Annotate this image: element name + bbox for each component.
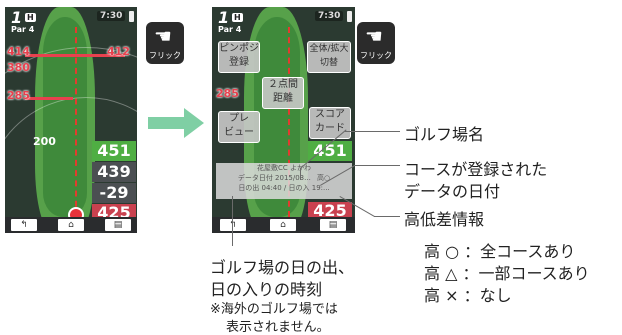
hole-badge: H: [25, 13, 36, 22]
status-bar: 1 H Par 4 7:30: [5, 7, 137, 34]
course-name: 花屋敷CC よかわ: [256, 164, 311, 172]
hole-badge: H: [232, 13, 243, 22]
score-box-3: -29: [92, 183, 136, 203]
callout-sun-line2: 日の入りの時刻: [210, 280, 323, 299]
callout-elev-none: 高 × ：なし: [424, 286, 512, 305]
flick-label: フリック: [149, 51, 181, 60]
callout-elev-full: 高 ○ ：全コースあり: [424, 242, 576, 261]
bottom-bar: ↰ ⌂ ▤: [212, 217, 355, 233]
flick-gesture-icon: ☚ フリック: [146, 22, 184, 64]
yard-second: 380: [7, 61, 30, 74]
hand-icon: ☚: [154, 24, 172, 48]
menu-button[interactable]: ▤: [105, 219, 131, 231]
par-label: Par 4: [218, 25, 242, 34]
home-button[interactable]: ⌂: [58, 219, 84, 231]
callout-line-sun: [232, 196, 233, 246]
callout-line-date: [354, 165, 400, 166]
home-button[interactable]: ⌂: [270, 219, 296, 231]
zoom-toggle-button[interactable]: 全体/拡大 切替: [307, 41, 351, 73]
sunrise-sunset: 日の出 04:40 / 日の入 19:...: [238, 184, 330, 192]
score-box-2: 439: [92, 162, 136, 182]
flick-gesture-icon: ☚ フリック: [357, 22, 395, 64]
back-button[interactable]: ↰: [11, 219, 37, 231]
callout-elevation-title: 高低差情報: [404, 210, 485, 229]
clock: 7:30: [97, 11, 126, 21]
callout-date-line1: コースが登録された: [404, 160, 548, 179]
clock: 7:30: [315, 11, 344, 21]
yard-top-left: 414: [7, 45, 30, 58]
score-box-1: 451: [92, 141, 136, 161]
right-phone-screen: 1 H Par 4 7:30 ピンポジ 登録 全体/拡大 切替 285 ２点間 …: [212, 7, 355, 233]
menu-button[interactable]: ▤: [320, 219, 346, 231]
ring-label: 200: [33, 135, 56, 148]
left-phone-screen: 1 H Par 4 7:30 414 412 380 285 200 451 4…: [5, 7, 137, 233]
callout-sun-line1: ゴルフ場の日の出、: [210, 258, 355, 277]
battery-icon: [347, 11, 352, 22]
preview-button[interactable]: プレ ビュー: [218, 111, 260, 143]
yard-top-right: 412: [107, 45, 130, 58]
two-point-distance-button[interactable]: ２点間 距離: [262, 77, 304, 109]
hand-icon: ☚: [365, 24, 383, 48]
status-bar: 1 H Par 4 7:30: [212, 7, 355, 34]
arrow-right-icon: [148, 108, 204, 138]
yard-mid: 285: [7, 89, 30, 102]
callout-line-course: [300, 168, 301, 180]
scorecard-button[interactable]: スコア カード: [309, 107, 351, 139]
yard-mid: 285: [216, 87, 239, 100]
callout-elev-partial: 高 △ ：一部コースあり: [424, 264, 590, 283]
callout-line-course: [345, 131, 400, 132]
marker-line: [25, 97, 73, 100]
callout-sun-note1: ※海外のゴルフ場では: [210, 302, 338, 317]
course-info-overlay: 花屋敷CC よかわ データ日付 2015/03... 高○ 日の出 04:40 …: [216, 163, 352, 199]
pin-position-register-button[interactable]: ピンポジ 登録: [218, 41, 260, 73]
bottom-bar: ↰ ⌂ ▤: [5, 217, 137, 233]
par-label: Par 4: [11, 25, 35, 34]
callout-sun-note2: 表示されません。: [226, 320, 330, 335]
callout-course-name: ゴルフ場名: [404, 125, 485, 144]
back-button[interactable]: ↰: [220, 219, 246, 231]
flick-label: フリック: [360, 51, 392, 60]
callout-line-elevation: [374, 216, 400, 217]
callout-date-line2: データの日付: [404, 182, 501, 201]
battery-icon: [129, 11, 134, 22]
